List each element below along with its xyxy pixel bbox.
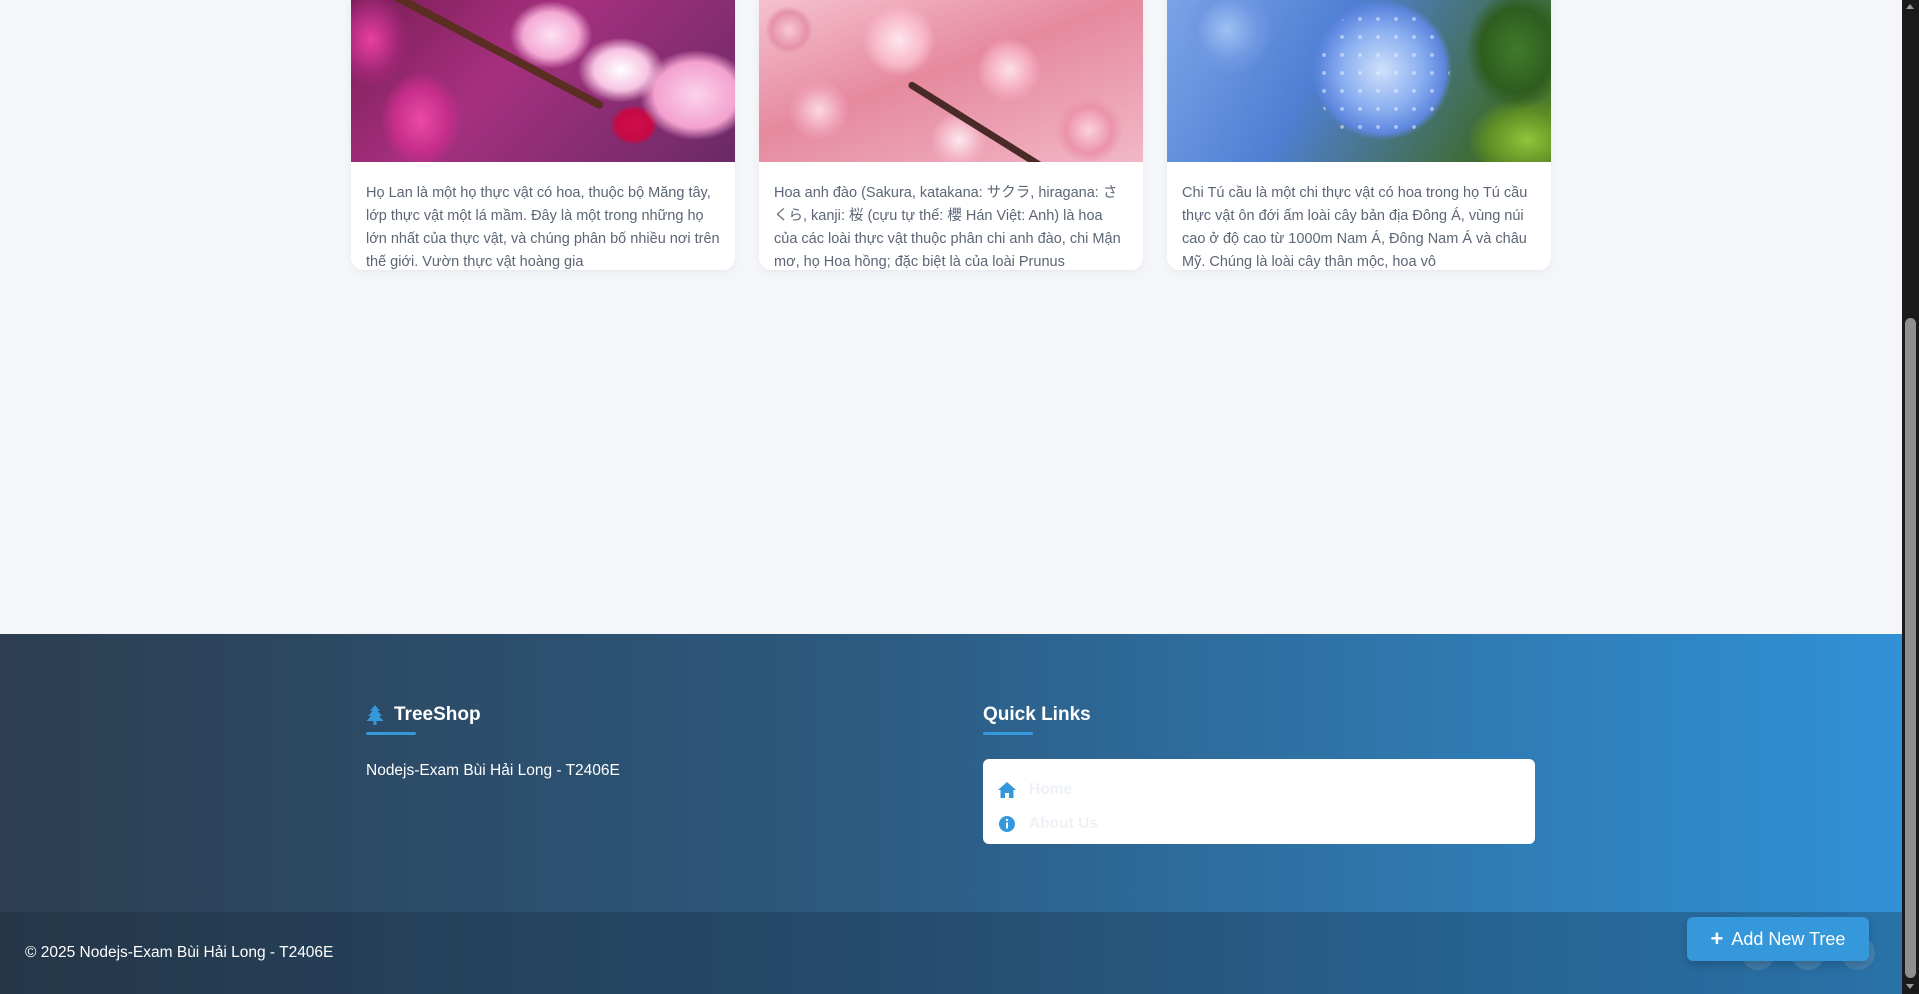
quick-link-label[interactable]: About Us xyxy=(1029,815,1098,833)
add-new-tree-button[interactable]: + Add New Tree xyxy=(1687,917,1869,961)
quick-links-underline xyxy=(983,732,1033,735)
card-image[interactable] xyxy=(351,0,735,162)
add-new-tree-label: Add New Tree xyxy=(1731,928,1846,949)
scroll-down-arrow-icon[interactable] xyxy=(1902,980,1919,994)
scroll-up-arrow-icon[interactable] xyxy=(1902,0,1919,14)
brand-description: Nodejs-Exam Bùi Hải Long - T2406E xyxy=(366,762,620,779)
quick-links-title: Quick Links xyxy=(983,704,1091,725)
quick-link-about[interactable]: About Us xyxy=(997,807,1521,841)
quick-link-home[interactable]: Home xyxy=(997,773,1521,807)
image-detail xyxy=(1167,0,1551,162)
card-description: Chi Tú cầu là một chi thực vật có hoa tr… xyxy=(1182,185,1528,270)
home-icon xyxy=(997,780,1017,800)
quick-link-label[interactable]: Home xyxy=(1029,781,1072,799)
tree-card[interactable]: Họ Lan là một họ thực vật có hoa, thuộc … xyxy=(351,0,735,270)
tree-icon xyxy=(366,705,384,725)
footer-brand: TreeShop xyxy=(366,704,481,726)
quick-links-list: Home About Us xyxy=(983,759,1535,844)
card-description: Họ Lan là một họ thực vật có hoa, thuộc … xyxy=(366,185,720,270)
tree-card[interactable]: Hoa anh đào (Sakura, katakana: サクラ, hira… xyxy=(759,0,1143,270)
card-image[interactable] xyxy=(1167,0,1551,162)
card-description: Hoa anh đào (Sakura, katakana: サクラ, hira… xyxy=(774,185,1121,270)
info-icon xyxy=(997,814,1017,834)
brand-name: TreeShop xyxy=(394,704,481,725)
vertical-scrollbar[interactable] xyxy=(1902,0,1919,994)
image-detail xyxy=(389,0,605,111)
image-detail xyxy=(907,80,1098,162)
brand-underline xyxy=(366,732,416,735)
copyright-text: © 2025 Nodejs-Exam Bùi Hải Long - T2406E xyxy=(25,944,334,961)
tree-card[interactable]: Chi Tú cầu là một chi thực vật có hoa tr… xyxy=(1167,0,1551,270)
scrollbar-thumb[interactable] xyxy=(1905,318,1916,978)
tree-card-grid: Họ Lan là một họ thực vật có hoa, thuộc … xyxy=(351,0,1551,270)
card-image[interactable] xyxy=(759,0,1143,162)
plus-icon: + xyxy=(1710,926,1724,951)
